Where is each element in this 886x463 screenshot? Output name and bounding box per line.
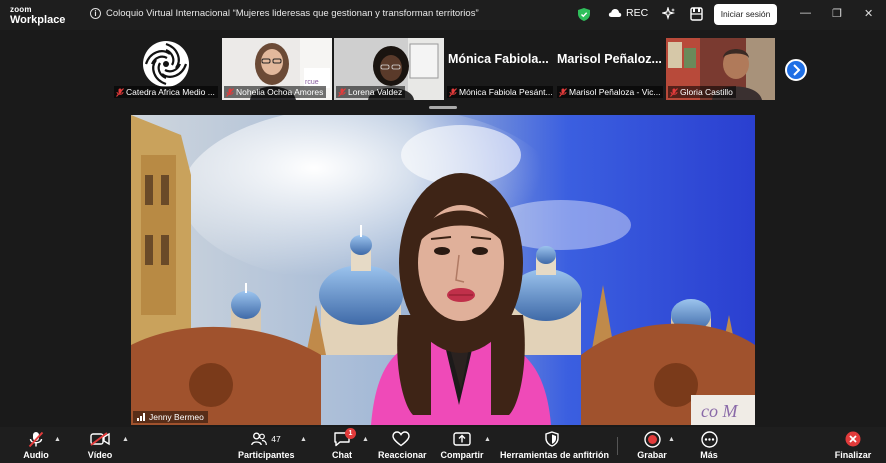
- brand-big: Workplace: [10, 14, 66, 26]
- svg-text:co M: co M: [701, 401, 738, 421]
- participant-name: Catedra Africa Medio ...: [126, 87, 215, 97]
- participant-display-name: Mónica Fabiola...: [448, 52, 549, 66]
- reactions-label: Reaccionar: [378, 450, 427, 460]
- participant-name-label: Nohelia Ochoa Amores: [224, 86, 327, 98]
- more-label: Más: [700, 450, 718, 460]
- active-speaker-video[interactable]: co M Jenny Bermeo: [131, 115, 755, 425]
- speaker-name-label: Jenny Bermeo: [133, 411, 208, 423]
- audio-label: Audio: [23, 450, 49, 460]
- ai-companion-icon[interactable]: [662, 7, 676, 21]
- svg-text:rcue: rcue: [305, 79, 319, 86]
- participant-tile[interactable]: Lorena Valdez: [334, 38, 444, 100]
- participant-name: Marisol Peñaloza - Vic...: [569, 87, 661, 97]
- speaker-video-frame: co M: [131, 115, 755, 425]
- strip-scroll-indicator[interactable]: [429, 106, 457, 109]
- video-label: Vídeo: [87, 450, 113, 460]
- meeting-info[interactable]: i Coloquio Virtual Internacional “Mujere…: [90, 8, 479, 19]
- close-window-button[interactable]: ✕: [864, 7, 873, 20]
- muted-mic-icon: [338, 87, 346, 97]
- meeting-title: Coloquio Virtual Internacional “Mujeres …: [106, 8, 479, 19]
- info-icon[interactable]: i: [90, 8, 101, 19]
- audio-options-caret-icon[interactable]: ▲: [54, 436, 61, 443]
- record-options-caret-icon[interactable]: ▲: [668, 436, 675, 443]
- participant-tile[interactable]: rcue Nohelia Ochoa Amores: [222, 38, 332, 100]
- participant-display-name: Marisol Peñaloz...: [557, 52, 662, 66]
- record-button[interactable]: Grabar: [636, 430, 668, 460]
- participant-name: Mónica Fabiola Pesánt...: [459, 87, 553, 97]
- sign-in-button[interactable]: Iniciar sesión: [714, 4, 777, 25]
- share-options-caret-icon[interactable]: ▲: [484, 436, 491, 443]
- participants-button[interactable]: 47 Participantes: [238, 430, 295, 460]
- share-label: Compartir: [440, 450, 484, 460]
- participants-count: 47: [271, 434, 281, 444]
- participant-name-label: Mónica Fabiola Pesánt...: [447, 86, 553, 98]
- zoom-logo: zoom Workplace: [10, 5, 66, 26]
- participant-tile[interactable]: Gloria Castillo: [666, 38, 775, 100]
- end-label: Finalizar: [834, 450, 872, 460]
- more-button[interactable]: Más: [696, 430, 722, 460]
- meeting-toolbar: Audio ▲ Vídeo ▲ 47 Participantes ▲ 1 Cha…: [0, 427, 886, 463]
- record-label: Grabar: [637, 450, 667, 460]
- cloud-icon: [608, 9, 622, 17]
- record-icon: [643, 430, 661, 448]
- participant-name: Lorena Valdez: [348, 87, 403, 97]
- host-tools-button[interactable]: Herramientas de anfitrión: [500, 430, 610, 460]
- encryption-shield-icon[interactable]: [578, 8, 590, 21]
- share-screen-icon: [453, 431, 471, 446]
- video-options-caret-icon[interactable]: ▲: [122, 436, 129, 443]
- more-icon: [700, 430, 718, 448]
- participant-name: Nohelia Ochoa Amores: [236, 87, 324, 97]
- minimize-button[interactable]: —: [800, 7, 811, 19]
- heart-icon: [392, 431, 410, 447]
- participant-logo-avatar: [143, 41, 189, 87]
- muted-mic-icon: [670, 87, 678, 97]
- chat-label: Chat: [332, 450, 352, 460]
- video-button[interactable]: Vídeo: [86, 430, 114, 460]
- audio-button[interactable]: Audio: [22, 430, 50, 460]
- chat-button[interactable]: 1 Chat: [330, 428, 356, 460]
- signal-strength-icon: [137, 413, 145, 421]
- participants-icon: [251, 432, 268, 446]
- reactions-button[interactable]: Reaccionar: [378, 430, 427, 460]
- toolbar-divider: [617, 437, 618, 455]
- speaker-name: Jenny Bermeo: [149, 412, 204, 422]
- next-page-button[interactable]: [785, 59, 807, 81]
- participant-tile[interactable]: Mónica Fabiola... Mónica Fabiola Pesánt.…: [445, 38, 555, 100]
- mic-muted-icon: [28, 431, 44, 447]
- participants-label: Participantes: [238, 450, 295, 460]
- end-meeting-icon: [845, 431, 861, 447]
- participant-strip: Catedra Africa Medio ... rcue Nohelia Oc…: [0, 30, 886, 112]
- participant-name-label: Catedra Africa Medio ...: [114, 86, 218, 98]
- participant-name: Gloria Castillo: [680, 87, 733, 97]
- cloud-recording-indicator[interactable]: REC: [608, 7, 648, 19]
- host-tools-shield-icon: [545, 431, 559, 447]
- title-bar: zoom Workplace i Coloquio Virtual Intern…: [0, 0, 886, 30]
- apps-icon[interactable]: [690, 7, 703, 21]
- participant-name-label: Lorena Valdez: [336, 86, 406, 98]
- share-screen-button[interactable]: Compartir: [440, 430, 484, 460]
- host-tools-label: Herramientas de anfitrión: [500, 450, 610, 460]
- participants-options-caret-icon[interactable]: ▲: [300, 436, 307, 443]
- end-meeting-button[interactable]: Finalizar: [834, 430, 872, 460]
- muted-mic-icon: [116, 87, 124, 97]
- participant-tile[interactable]: Catedra Africa Medio ...: [112, 38, 220, 100]
- chat-options-caret-icon[interactable]: ▲: [362, 436, 369, 443]
- restore-button[interactable]: ❐: [832, 7, 842, 20]
- rec-label: REC: [626, 7, 649, 19]
- muted-mic-icon: [559, 87, 567, 97]
- participant-tile[interactable]: Marisol Peñaloz... Marisol Peñaloza - Vi…: [555, 38, 665, 100]
- participant-name-label: Marisol Peñaloza - Vic...: [557, 86, 663, 98]
- chevron-right-icon: [793, 64, 801, 76]
- chat-unread-badge: 1: [345, 428, 356, 439]
- participant-name-label: Gloria Castillo: [668, 86, 736, 98]
- muted-mic-icon: [226, 87, 234, 97]
- video-off-icon: [90, 432, 110, 446]
- muted-mic-icon: [449, 87, 457, 97]
